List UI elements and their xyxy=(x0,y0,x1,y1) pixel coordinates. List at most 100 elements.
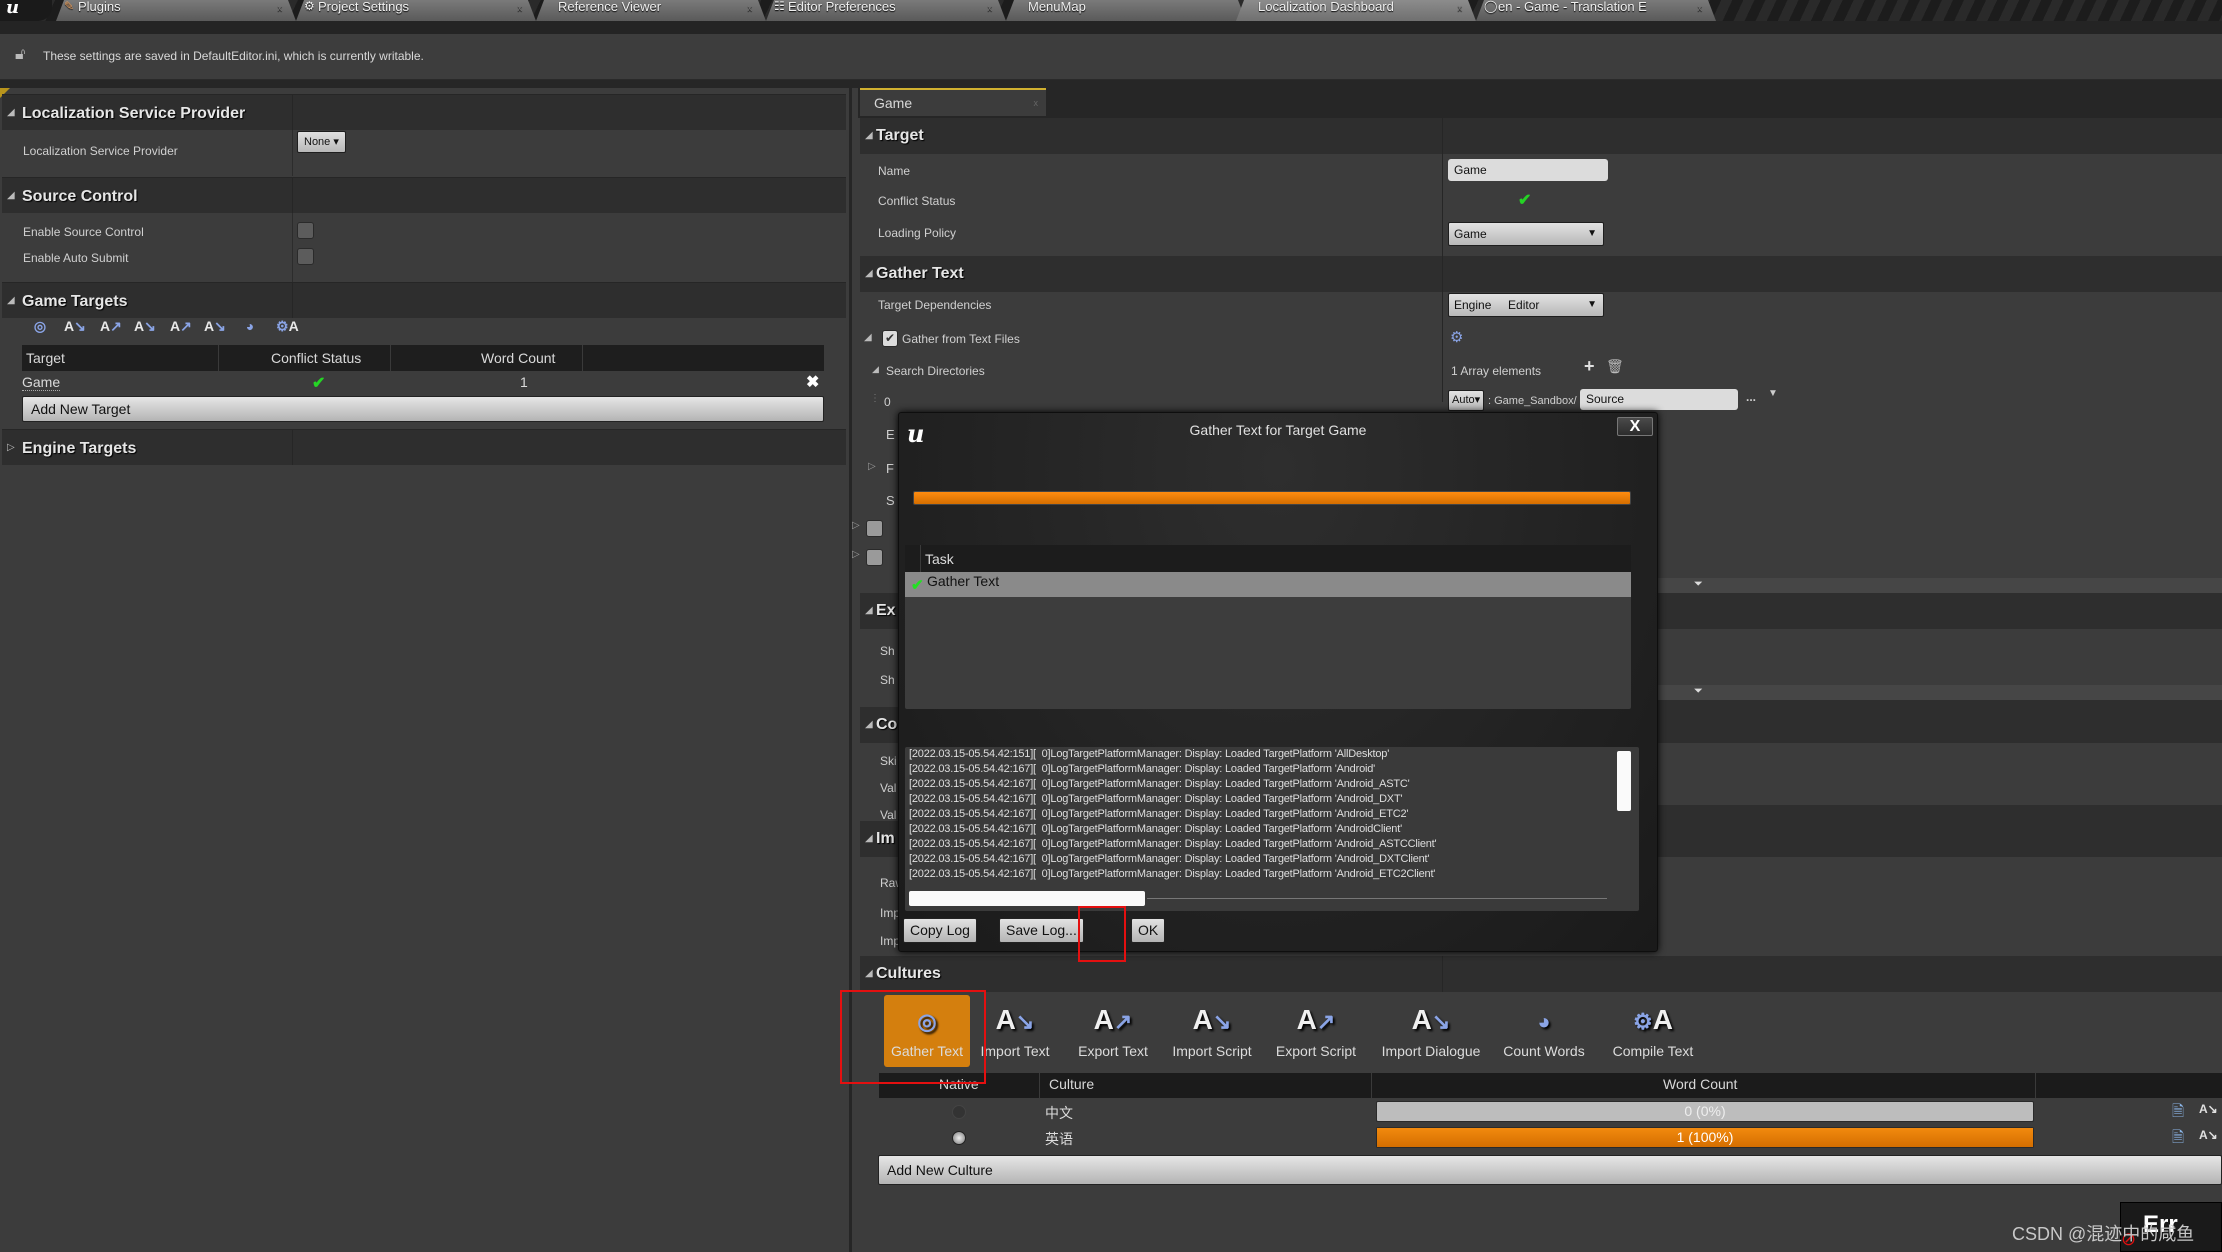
compile-text-icon[interactable]: ⚙A xyxy=(276,316,299,336)
expand-arrow-icon[interactable]: ▷ xyxy=(7,442,15,453)
log-output[interactable]: [2022.03.15-05.54.42:151][ 0]LogTargetPl… xyxy=(905,747,1639,911)
tab-reference-viewer[interactable]: Reference Viewer x xyxy=(536,0,766,21)
gather-from-text-files-checkbox[interactable]: ✔ xyxy=(882,330,898,347)
import-text-icon[interactable]: A↘ xyxy=(2199,1128,2218,1142)
browse-button[interactable]: ... xyxy=(1746,390,1756,404)
settings-check-icon[interactable]: ⚙ xyxy=(1450,328,1463,346)
tab-translation-editor[interactable]: ◯ en - Game - Translation E x xyxy=(1476,0,1716,21)
loading-policy-combo[interactable]: Game ▼ xyxy=(1448,222,1604,246)
tab-plugins[interactable]: ✎ Plugins x xyxy=(56,0,296,21)
collapse-arrow-icon[interactable]: ◢ xyxy=(7,295,15,306)
export-text-button[interactable]: A↗ Export Text xyxy=(1070,995,1156,1067)
close-icon[interactable]: x xyxy=(988,2,993,15)
option-checkbox[interactable] xyxy=(866,549,883,566)
save-log-button[interactable]: Save Log... xyxy=(999,918,1084,943)
import-text-icon[interactable]: A↘ xyxy=(2199,1102,2218,1116)
add-element-icon[interactable]: + xyxy=(1584,356,1595,377)
category-cultures[interactable]: ◢ Cultures xyxy=(860,956,2222,992)
category-source-control[interactable]: ◢ Source Control xyxy=(2,177,846,213)
trash-icon[interactable]: 🗑︎ xyxy=(1606,358,1624,375)
close-icon[interactable]: x xyxy=(1034,98,1039,108)
search-directory-input[interactable]: Source xyxy=(1580,389,1738,410)
scroll-down-icon[interactable]: ⏷ xyxy=(1694,578,1703,591)
copy-log-button[interactable]: Copy Log xyxy=(903,918,977,943)
column-conflict-status[interactable]: Conflict Status xyxy=(271,350,361,366)
collapse-arrow-icon[interactable]: ◢ xyxy=(865,130,873,141)
expand-arrow-icon[interactable]: ▷ xyxy=(852,520,860,531)
category-game-targets[interactable]: ◢ Game Targets xyxy=(2,282,846,318)
column-word-count[interactable]: Word Count xyxy=(1663,1076,1737,1092)
log-line: [2022.03.15-05.54.42:151][ 0]LogTargetPl… xyxy=(909,748,1390,760)
tab-menumap[interactable]: MenuMap xyxy=(1006,0,1246,21)
import-dialogue-icon[interactable]: A↘ xyxy=(204,316,226,336)
target-name-input[interactable]: Game xyxy=(1448,159,1608,181)
enable-auto-submit-checkbox[interactable] xyxy=(297,248,314,265)
dialog-close-button[interactable]: X xyxy=(1617,417,1653,436)
import-script-button[interactable]: A↘ Import Script xyxy=(1166,995,1258,1067)
drag-handle-icon[interactable]: ⋮ xyxy=(870,393,880,404)
enable-source-control-checkbox[interactable] xyxy=(297,222,314,239)
column-culture[interactable]: Culture xyxy=(1049,1076,1094,1092)
category-localization-service-provider[interactable]: ◢ Localization Service Provider xyxy=(2,94,846,130)
collapse-arrow-icon[interactable]: ◢ xyxy=(865,268,873,279)
tab-localization-dashboard[interactable]: Localization Dashboard x xyxy=(1236,0,1476,21)
expand-arrow-icon[interactable]: ▷ xyxy=(852,549,860,560)
close-icon[interactable]: x xyxy=(1698,2,1703,15)
target-dependencies-combo[interactable]: Engine Editor ▼ xyxy=(1448,293,1604,317)
collapse-arrow-icon[interactable]: ◢ xyxy=(872,364,879,375)
table-row[interactable]: 英语 1 (100%) 🗎 A↘ xyxy=(879,1125,2222,1151)
collapse-arrow-icon[interactable]: ◢ xyxy=(7,190,15,201)
edit-translations-icon[interactable]: 🗎 xyxy=(2172,1101,2184,1126)
count-words-button[interactable]: ◕ Count Words xyxy=(1498,995,1590,1067)
tab-game-target[interactable]: Game x xyxy=(860,88,1046,116)
export-script-icon[interactable]: A↗ xyxy=(170,316,192,336)
log-vertical-scrollbar[interactable] xyxy=(1617,751,1631,811)
import-script-icon[interactable]: A↘ xyxy=(134,316,156,336)
localization-service-provider-combo[interactable]: None ▾ xyxy=(297,131,346,153)
category-target[interactable]: ◢ Target xyxy=(860,118,2222,154)
import-script-icon: A↘ xyxy=(1192,1004,1232,1035)
tab-project-settings[interactable]: ⚙ Project Settings x xyxy=(296,0,536,21)
close-icon[interactable]: x xyxy=(518,2,523,15)
native-radio[interactable] xyxy=(952,1105,966,1119)
expand-arrow-icon[interactable]: ▷ xyxy=(868,461,876,472)
log-line: [2022.03.15-05.54.42:167][ 0]LogTargetPl… xyxy=(909,838,1437,850)
target-name-link[interactable]: Game xyxy=(22,374,61,391)
path-mode-combo[interactable]: Auto▾ xyxy=(1448,390,1484,411)
table-row[interactable]: 中文 0 (0%) 🗎 A↘ xyxy=(879,1099,2222,1125)
column-task[interactable]: Task xyxy=(925,551,954,567)
log-horizontal-scrollbar[interactable] xyxy=(909,891,1145,906)
export-text-icon[interactable]: A↗ xyxy=(100,316,122,336)
compile-text-button[interactable]: ⚙A Compile Text xyxy=(1606,995,1700,1067)
cultures-table-header: Native Culture Word Count xyxy=(879,1073,2222,1098)
native-radio[interactable] xyxy=(952,1131,966,1145)
collapse-arrow-icon[interactable]: ◢ xyxy=(7,107,15,118)
close-icon[interactable]: x xyxy=(278,2,283,15)
option-checkbox[interactable] xyxy=(866,520,883,537)
task-row[interactable]: ✔ Gather Text xyxy=(905,572,1631,597)
column-target[interactable]: Target xyxy=(26,350,65,366)
edit-translations-icon[interactable]: 🗎 xyxy=(2172,1127,2184,1152)
close-icon[interactable]: x xyxy=(1458,2,1463,15)
gather-text-icon[interactable]: ◎ xyxy=(30,316,50,336)
category-engine-targets[interactable]: ▷ Engine Targets xyxy=(2,429,846,465)
count-words-icon[interactable]: ◕ xyxy=(240,316,260,336)
ok-button[interactable]: OK xyxy=(1131,918,1166,943)
watermark: CSDN @混迹中的咸鱼 xyxy=(2012,1224,2195,1244)
collapse-arrow-icon[interactable]: ◢ xyxy=(865,968,873,979)
tab-editor-preferences[interactable]: ☷ Editor Preferences x xyxy=(766,0,1006,21)
delete-target-icon[interactable]: ✖ xyxy=(806,372,819,392)
collapse-arrow-icon[interactable]: ◢ xyxy=(864,332,872,343)
scroll-down-icon[interactable]: ⏷ xyxy=(1694,685,1703,698)
add-new-target-button[interactable]: Add New Target xyxy=(22,396,824,422)
reset-arrow-icon[interactable]: ▼ xyxy=(1768,388,1778,399)
import-text-icon[interactable]: A↘ xyxy=(64,316,86,336)
export-script-button[interactable]: A↗ Export Script xyxy=(1270,995,1362,1067)
unreal-logo-icon[interactable]: u xyxy=(0,0,52,21)
add-new-culture-button[interactable]: Add New Culture xyxy=(878,1155,2222,1185)
close-icon[interactable]: x xyxy=(748,2,753,15)
import-dialogue-button[interactable]: A↘ Import Dialogue xyxy=(1376,995,1486,1067)
category-gather-text[interactable]: ◢ Gather Text xyxy=(860,256,2222,292)
table-row[interactable]: Game ✔ 1 ✖ xyxy=(22,372,824,396)
column-word-count[interactable]: Word Count xyxy=(481,350,555,366)
